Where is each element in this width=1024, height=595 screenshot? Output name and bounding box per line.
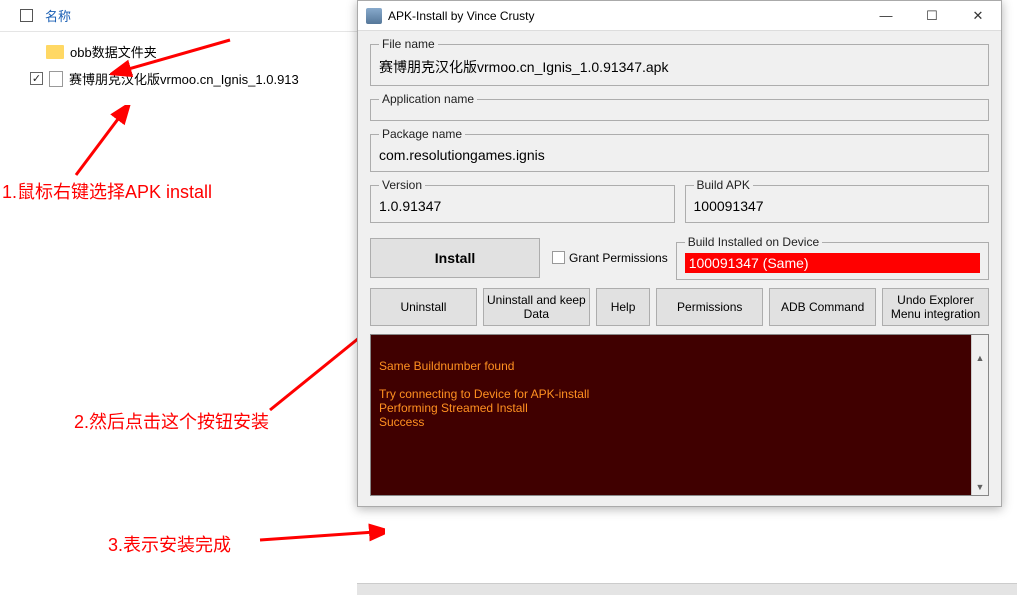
window-body: File name 赛博朋克汉化版vrmoo.cn_Ignis_1.0.9134… xyxy=(358,31,1001,506)
build-apk-group: Build APK 100091347 xyxy=(685,178,990,223)
arrow-icon xyxy=(255,520,385,550)
build-apk-value: 100091347 xyxy=(694,196,981,216)
console-output: Same Buildnumber found Try connecting to… xyxy=(370,334,989,496)
permissions-button[interactable]: Permissions xyxy=(656,288,763,326)
scrollbar[interactable]: ▲ ▼ xyxy=(971,335,988,495)
file-name-label: File name xyxy=(379,37,438,51)
window-controls: — ☐ ✕ xyxy=(863,1,1001,30)
file-icon xyxy=(49,71,63,87)
grant-permissions-label: Grant Permissions xyxy=(569,251,668,265)
uninstall-button[interactable]: Uninstall xyxy=(370,288,477,326)
scroll-down-icon[interactable]: ▼ xyxy=(972,478,988,495)
build-installed-label: Build Installed on Device xyxy=(685,235,822,249)
console-text: Same Buildnumber found Try connecting to… xyxy=(379,359,589,429)
build-apk-label: Build APK xyxy=(694,178,753,192)
bottom-strip xyxy=(357,583,1017,595)
close-button[interactable]: ✕ xyxy=(955,1,1001,30)
minimize-button[interactable]: — xyxy=(863,1,909,30)
app-name-group: Application name xyxy=(370,92,989,121)
file-row-folder[interactable]: obb数据文件夹 xyxy=(0,38,360,65)
explorer-header: 名称 xyxy=(0,0,360,32)
checkbox-icon xyxy=(552,251,565,264)
annotation-step2: 2.然后点击这个按钮安装 xyxy=(74,408,269,434)
adb-command-button[interactable]: ADB Command xyxy=(769,288,876,326)
header-checkbox[interactable] xyxy=(20,9,33,22)
undo-integration-button[interactable]: Undo Explorer Menu integration xyxy=(882,288,989,326)
file-label: obb数据文件夹 xyxy=(70,42,157,61)
maximize-button[interactable]: ☐ xyxy=(909,1,955,30)
titlebar[interactable]: APK-Install by Vince Crusty — ☐ ✕ xyxy=(358,1,1001,31)
file-checkbox[interactable] xyxy=(30,72,43,85)
annotation-step3: 3.表示安装完成 xyxy=(108,531,231,557)
package-name-label: Package name xyxy=(379,127,465,141)
apk-install-window: APK-Install by Vince Crusty — ☐ ✕ File n… xyxy=(357,0,1002,507)
app-name-value xyxy=(379,110,980,114)
build-installed-value: 100091347 (Same) xyxy=(685,253,980,273)
file-name-value: 赛博朋克汉化版vrmoo.cn_Ignis_1.0.91347.apk xyxy=(379,55,980,79)
annotation-step1: 1.鼠标右键选择APK install xyxy=(2,178,212,204)
arrow-icon xyxy=(66,105,186,180)
file-name-group: File name 赛博朋克汉化版vrmoo.cn_Ignis_1.0.9134… xyxy=(370,37,989,86)
help-button[interactable]: Help xyxy=(596,288,650,326)
app-icon xyxy=(366,8,382,24)
uninstall-keep-button[interactable]: Uninstall and keep Data xyxy=(483,288,590,326)
file-label: 赛博朋克汉化版vrmoo.cn_Ignis_1.0.913 xyxy=(69,69,299,88)
folder-icon xyxy=(46,45,64,59)
build-installed-group: Build Installed on Device 100091347 (Sam… xyxy=(676,235,989,280)
app-name-label: Application name xyxy=(379,92,477,106)
file-row-apk[interactable]: 赛博朋克汉化版vrmoo.cn_Ignis_1.0.913 xyxy=(0,65,360,92)
install-button[interactable]: Install xyxy=(370,238,540,278)
version-group: Version 1.0.91347 xyxy=(370,178,675,223)
file-explorer: 名称 obb数据文件夹 赛博朋克汉化版vrmoo.cn_Ignis_1.0.91… xyxy=(0,0,360,92)
version-label: Version xyxy=(379,178,425,192)
grant-permissions-checkbox[interactable]: Grant Permissions xyxy=(552,251,668,265)
scroll-up-icon[interactable]: ▲ xyxy=(972,349,988,366)
name-column-header[interactable]: 名称 xyxy=(45,6,71,25)
package-name-value: com.resolutiongames.ignis xyxy=(379,145,980,165)
package-name-group: Package name com.resolutiongames.ignis xyxy=(370,127,989,172)
file-list: obb数据文件夹 赛博朋克汉化版vrmoo.cn_Ignis_1.0.913 xyxy=(0,32,360,92)
window-title: APK-Install by Vince Crusty xyxy=(388,9,863,23)
version-value: 1.0.91347 xyxy=(379,196,666,216)
